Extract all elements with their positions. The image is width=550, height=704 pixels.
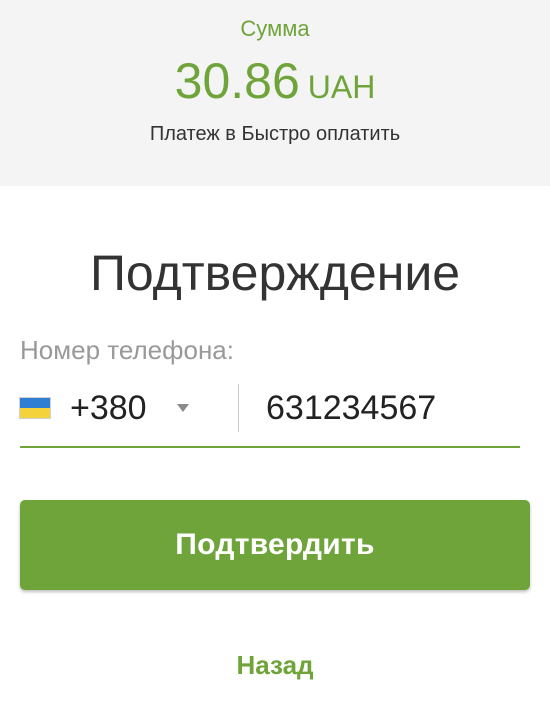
phone-label: Номер телефона: [20, 335, 234, 365]
page-title: Подтверждение [89, 244, 461, 301]
phone-number-input[interactable] [260, 383, 521, 433]
chevron-down-icon [176, 404, 189, 412]
phone-field: +380 [20, 380, 521, 448]
payment-description: Платеж в Быстро оплатить [149, 123, 401, 145]
ukraine-flag-icon [20, 398, 50, 418]
payment-summary: Сумма 30.86 UAH Платеж в Быстро оплатить [0, 0, 550, 186]
confirm-button[interactable]: Подтвердить [20, 500, 530, 590]
payment-amount: 30.86 [174, 53, 300, 109]
country-code-select[interactable]: +380 [20, 380, 225, 436]
country-code: +380 [70, 389, 147, 427]
amount-row: 30.86 UAH [0, 52, 550, 123]
field-divider [238, 384, 239, 432]
back-link[interactable]: Назад [0, 648, 550, 682]
payment-currency: UAH [307, 69, 376, 105]
sum-label: Сумма [240, 16, 310, 41]
